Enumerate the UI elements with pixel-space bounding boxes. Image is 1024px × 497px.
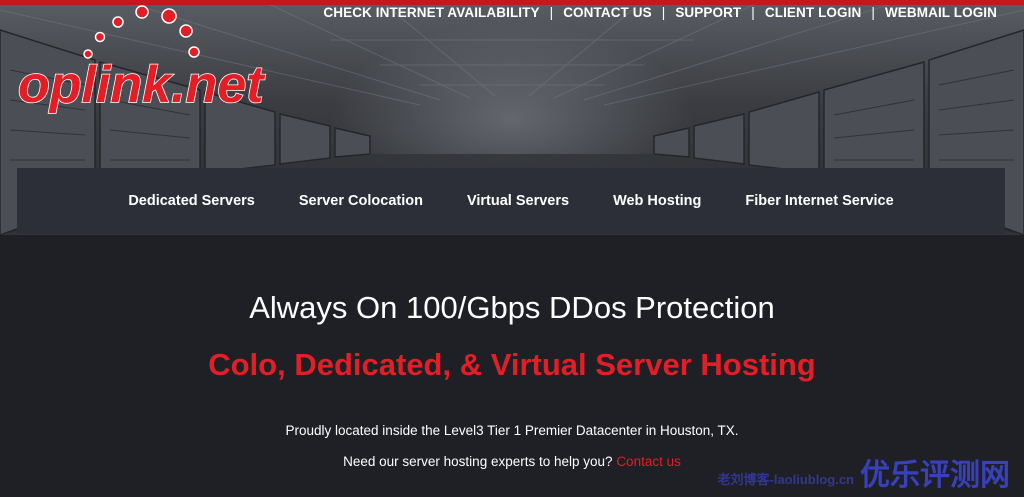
separator: | [751,4,755,20]
contact-us-inline-link[interactable]: Contact us [616,454,681,469]
help-text: Need our server hosting experts to help … [343,454,613,469]
logo-text: oplink.net [18,56,266,114]
nav-item-web-hosting[interactable]: Web Hosting [613,193,701,209]
separator: | [549,4,554,20]
watermark: 老刘博客-laoliublog.cn 优乐评测网 [718,450,1011,494]
top-links-bar: CHECK INTERNET AVAILABILITY | CONTACT US… [323,4,997,20]
location-text: Proudly located inside the Level3 Tier 1… [285,423,739,438]
subheadline: Colo, Dedicated, & Virtual Server Hostin… [208,347,816,382]
separator: | [871,4,875,20]
nav-item-fiber-internet-service[interactable]: Fiber Internet Service [745,193,893,209]
main-nav: Dedicated Servers Server Colocation Virt… [17,168,1005,234]
headline: Always On 100/Gbps DDos Protection [249,290,775,325]
check-internet-availability-link[interactable]: CHECK INTERNET AVAILABILITY [323,5,539,20]
watermark-big-text: 优乐评测网 [860,458,1010,493]
nav-item-virtual-servers[interactable]: Virtual Servers [467,193,569,209]
nav-item-server-colocation[interactable]: Server Colocation [299,193,423,209]
separator: | [661,4,666,20]
oplink-logo[interactable]: oplink.net [14,4,304,115]
support-link[interactable]: SUPPORT [675,5,741,20]
contact-us-link[interactable]: CONTACT US [563,5,652,20]
nav-item-dedicated-servers[interactable]: Dedicated Servers [128,193,255,209]
logo-graphic: oplink.net [17,5,267,115]
client-login-link[interactable]: CLIENT LOGIN [765,5,861,20]
watermark-small-text: 老刘博客-laoliublog.cn [717,472,855,487]
webmail-login-link[interactable]: WEBMAIL LOGIN [885,5,997,20]
